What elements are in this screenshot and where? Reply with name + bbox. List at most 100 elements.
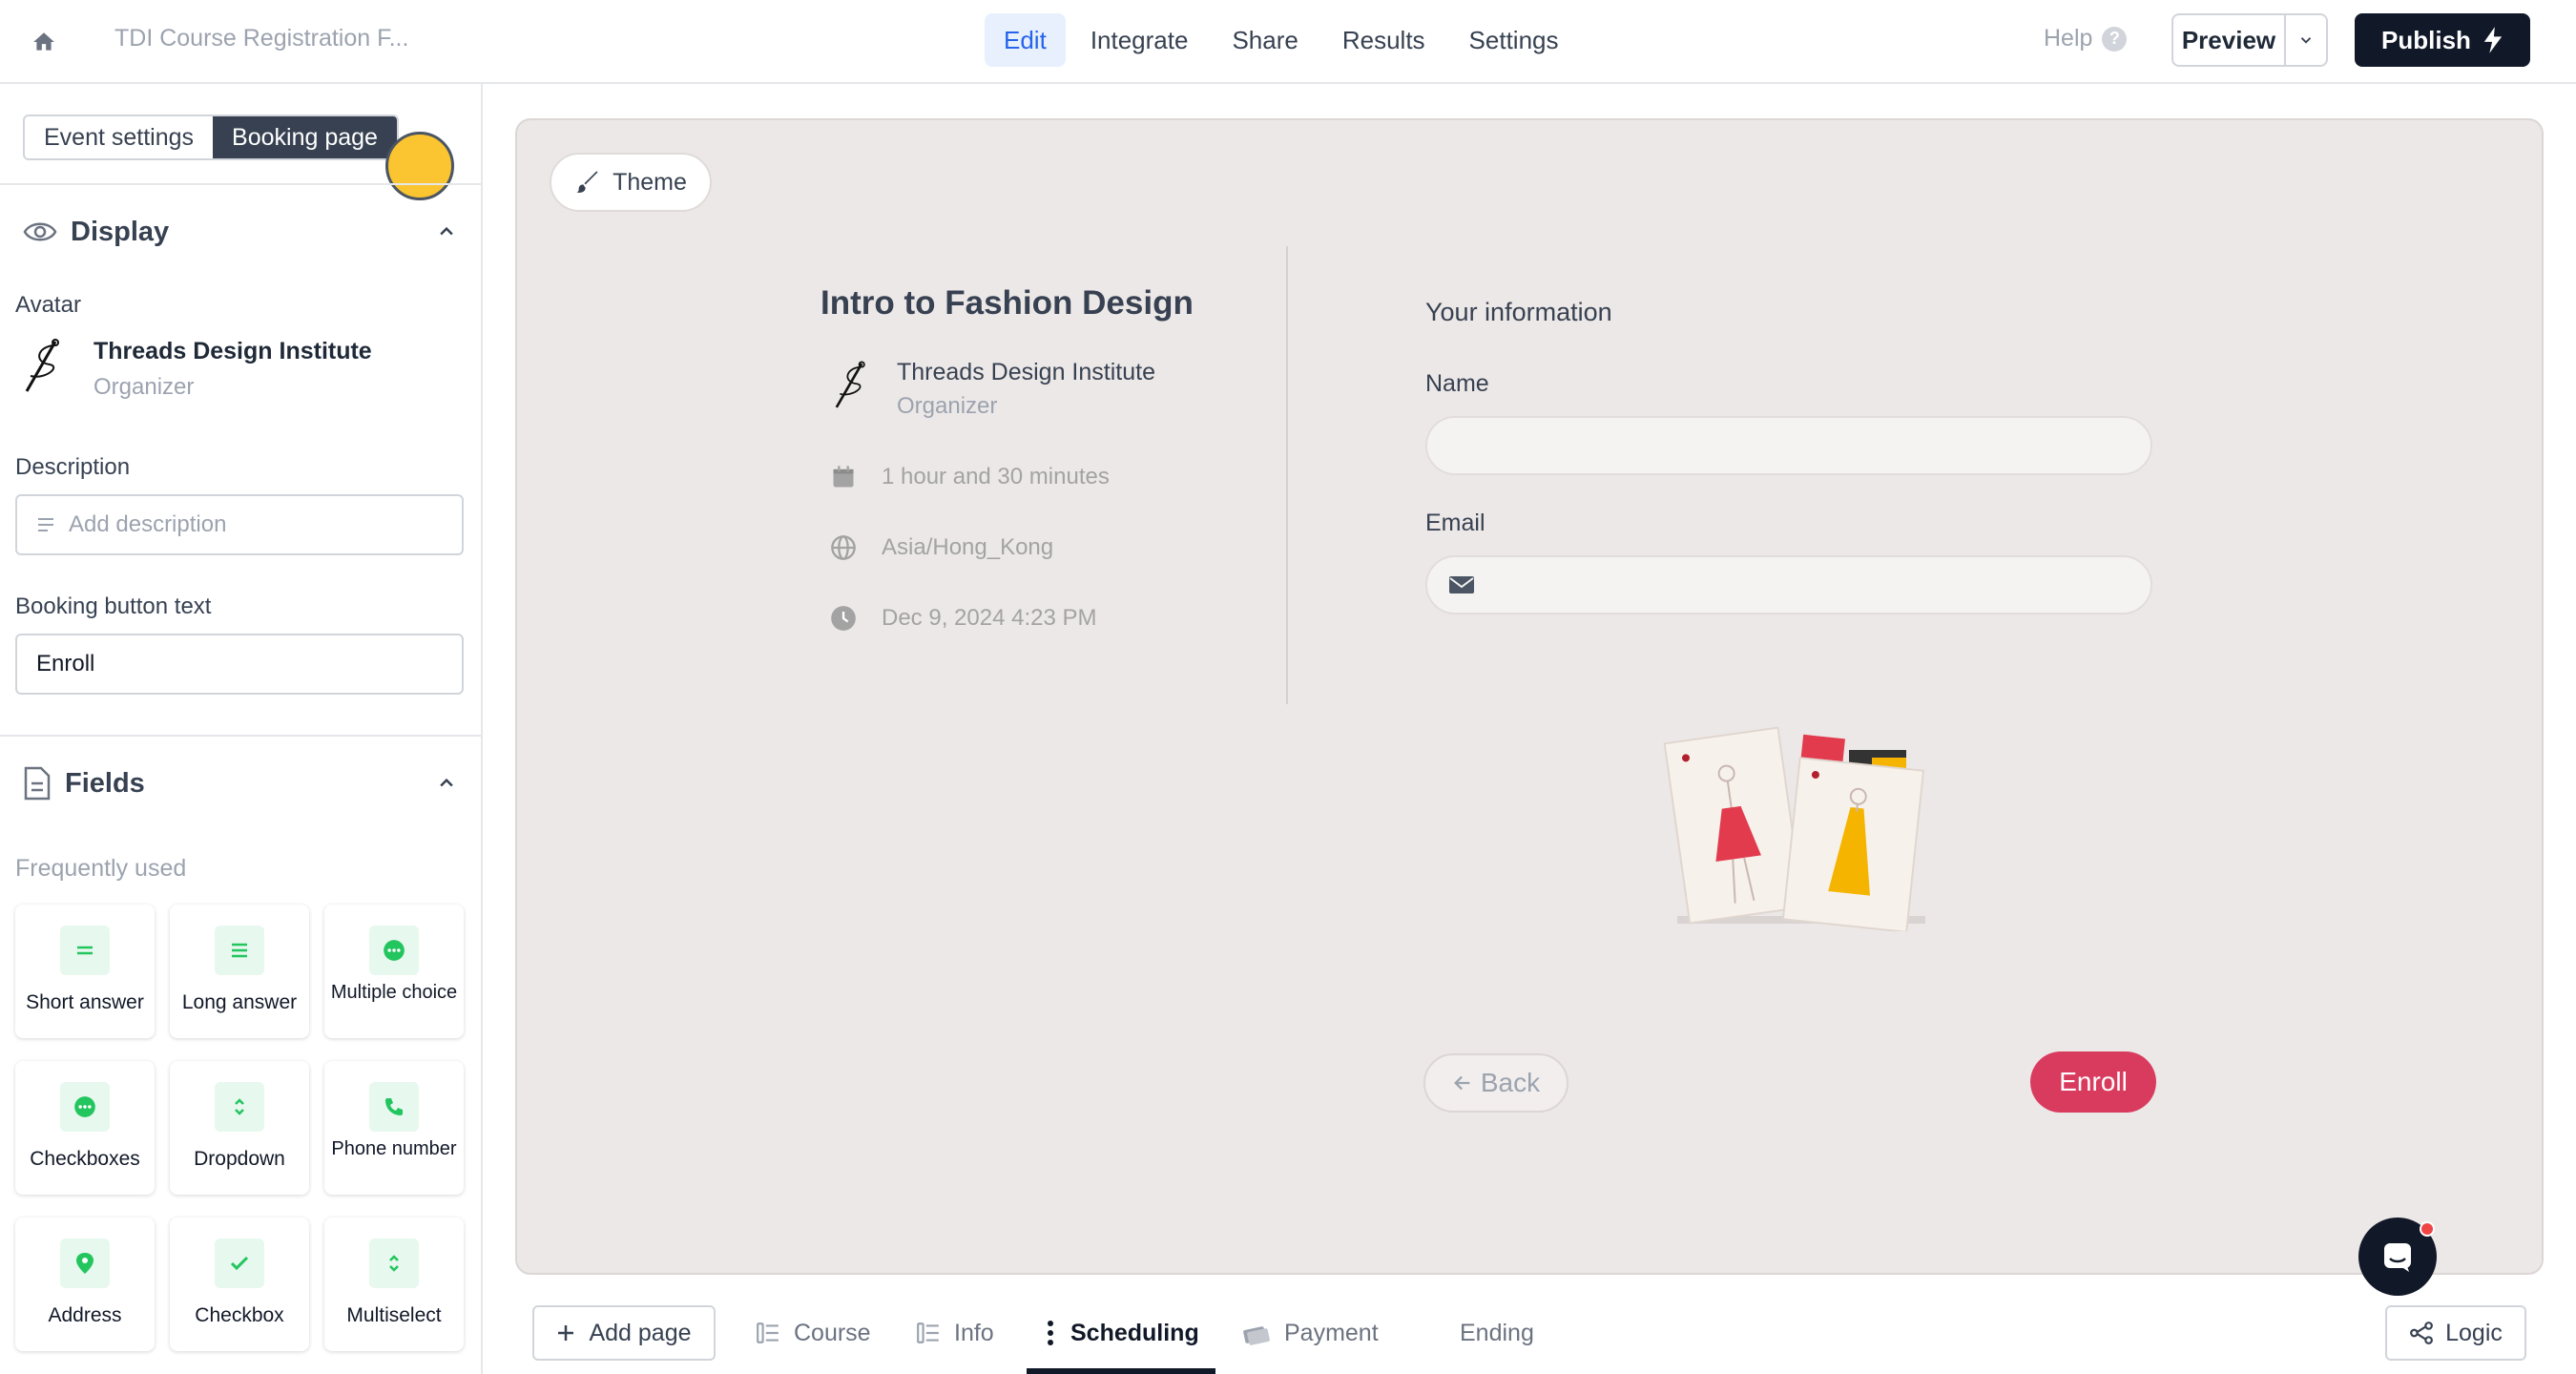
column-divider (1286, 246, 1288, 704)
calendar-icon (828, 462, 859, 492)
field-address[interactable]: Address (15, 1218, 155, 1351)
name-input[interactable] (1425, 416, 2152, 475)
tab-event-settings[interactable]: Event settings (25, 116, 214, 158)
display-section-title: Display (71, 216, 170, 247)
booking-page-canvas: Theme Intro to Fashion Design Threads De… (515, 118, 2544, 1296)
enroll-button[interactable]: Enroll (2030, 1051, 2156, 1113)
field-short-answer[interactable]: Short answer (15, 905, 155, 1038)
add-page-label: Add page (589, 1319, 692, 1346)
fields-section-header[interactable]: Fields (23, 760, 145, 807)
preview-dropdown-button[interactable] (2286, 15, 2326, 65)
needle-thread-icon (25, 339, 59, 392)
nav-share[interactable]: Share (1213, 13, 1317, 67)
page-tab-info[interactable]: Info (916, 1305, 994, 1361)
form-title[interactable]: TDI Course Registration F... (114, 25, 408, 52)
field-label: Multiselect (346, 1304, 442, 1326)
event-duration-row: 1 hour and 30 minutes (828, 460, 1110, 494)
theme-button[interactable]: Theme (550, 153, 712, 212)
field-label: Short answer (26, 991, 144, 1013)
nav-settings[interactable]: Settings (1450, 13, 1578, 67)
dropdown-icon (215, 1082, 264, 1132)
booking-button-text-value: Enroll (36, 651, 95, 677)
event-timezone-row: Asia/Hong_Kong (828, 531, 1053, 565)
booking-button-text-input[interactable]: Enroll (15, 634, 464, 695)
field-phone-number[interactable]: Phone number (324, 1061, 464, 1195)
more-vertical-icon (1048, 1321, 1053, 1345)
publish-button[interactable]: Publish (2355, 13, 2530, 67)
description-input[interactable]: Add description (15, 494, 464, 555)
fields-section-title: Fields (65, 767, 145, 799)
top-bar: TDI Course Registration F... Edit Integr… (0, 0, 2576, 84)
theme-label: Theme (613, 168, 687, 196)
preview-button[interactable]: Preview (2173, 15, 2286, 65)
main-nav: Edit Integrate Share Results Settings (985, 13, 1578, 67)
cursor-indicator (385, 132, 454, 200)
divider (0, 183, 481, 185)
question-icon: ? (2102, 26, 2128, 52)
multiselect-icon (369, 1239, 419, 1288)
display-section-header[interactable]: Display (23, 208, 169, 256)
page-tab-scheduling[interactable]: Scheduling (1044, 1305, 1199, 1361)
field-label: Multiple choice (330, 982, 458, 1003)
checkboxes-icon (60, 1082, 110, 1132)
help-link[interactable]: Help ? (2044, 25, 2128, 52)
text-lines-icon (38, 518, 53, 531)
field-label: Dropdown (194, 1148, 285, 1170)
location-pin-icon (60, 1239, 110, 1288)
page-tab-payment[interactable]: Payment (1242, 1305, 1379, 1361)
event-org-name: Threads Design Institute (897, 359, 1155, 385)
avatar-org-name: Threads Design Institute (93, 338, 372, 364)
event-duration: 1 hour and 30 minutes (882, 464, 1110, 489)
back-label: Back (1480, 1068, 1541, 1097)
document-icon (24, 766, 51, 801)
logic-label: Logic (2445, 1319, 2503, 1346)
nav-integrate[interactable]: Integrate (1071, 13, 1208, 67)
page-tab-ending[interactable]: Ending (1460, 1305, 1534, 1361)
field-multiple-choice[interactable]: Multiple choice (324, 905, 464, 1038)
divider (0, 735, 481, 737)
page-icon (917, 1322, 939, 1343)
checkmark-icon (215, 1239, 264, 1288)
needle-thread-icon (835, 361, 865, 408)
field-dropdown[interactable]: Dropdown (170, 1061, 309, 1195)
chevron-down-icon (2300, 37, 2312, 44)
add-page-button[interactable]: Add page (532, 1305, 716, 1361)
page-tab-label: Ending (1460, 1319, 1534, 1346)
preview-group: Preview (2171, 13, 2328, 67)
multiple-choice-icon (369, 926, 419, 975)
event-title: Intro to Fashion Design (821, 284, 1194, 322)
publish-label: Publish (2381, 25, 2471, 54)
back-button[interactable]: Back (1423, 1053, 1568, 1113)
page-tab-course[interactable]: Course (756, 1305, 871, 1361)
chat-support-button[interactable] (2358, 1218, 2437, 1296)
tab-booking-page[interactable]: Booking page (213, 116, 397, 158)
fields-collapse-button[interactable] (429, 766, 464, 801)
field-label: Long answer (181, 991, 298, 1013)
nav-edit[interactable]: Edit (985, 13, 1066, 67)
event-timezone: Asia/Hong_Kong (882, 534, 1054, 560)
form-heading: Your information (1425, 298, 1612, 326)
display-collapse-button[interactable] (429, 215, 464, 249)
email-input[interactable] (1425, 555, 2152, 614)
phone-icon (369, 1082, 419, 1132)
page-tab-label: Course (794, 1319, 871, 1346)
arrow-left-icon (1453, 1075, 1470, 1091)
field-checkbox[interactable]: Checkbox (170, 1218, 309, 1351)
field-label: Phone number (331, 1138, 457, 1159)
nav-results[interactable]: Results (1323, 13, 1444, 67)
home-button[interactable] (23, 21, 65, 63)
field-checkboxes[interactable]: Checkboxes (15, 1061, 155, 1195)
email-label: Email (1425, 510, 1485, 536)
field-multiselect[interactable]: Multiselect (324, 1218, 464, 1351)
lightning-icon (2483, 27, 2503, 53)
long-answer-icon (215, 926, 264, 975)
logic-button[interactable]: Logic (2385, 1305, 2526, 1361)
page-tab-label: Scheduling (1070, 1319, 1199, 1346)
event-datetime: Dec 9, 2024 4:23 PM (882, 605, 1097, 631)
field-long-answer[interactable]: Long answer (170, 905, 309, 1038)
fashion-sketch-illustration (1663, 726, 1925, 931)
short-answer-icon (60, 926, 110, 975)
frequently-used-label: Frequently used (15, 855, 187, 882)
chat-icon (2384, 1243, 2411, 1272)
paintbrush-icon (576, 171, 598, 193)
